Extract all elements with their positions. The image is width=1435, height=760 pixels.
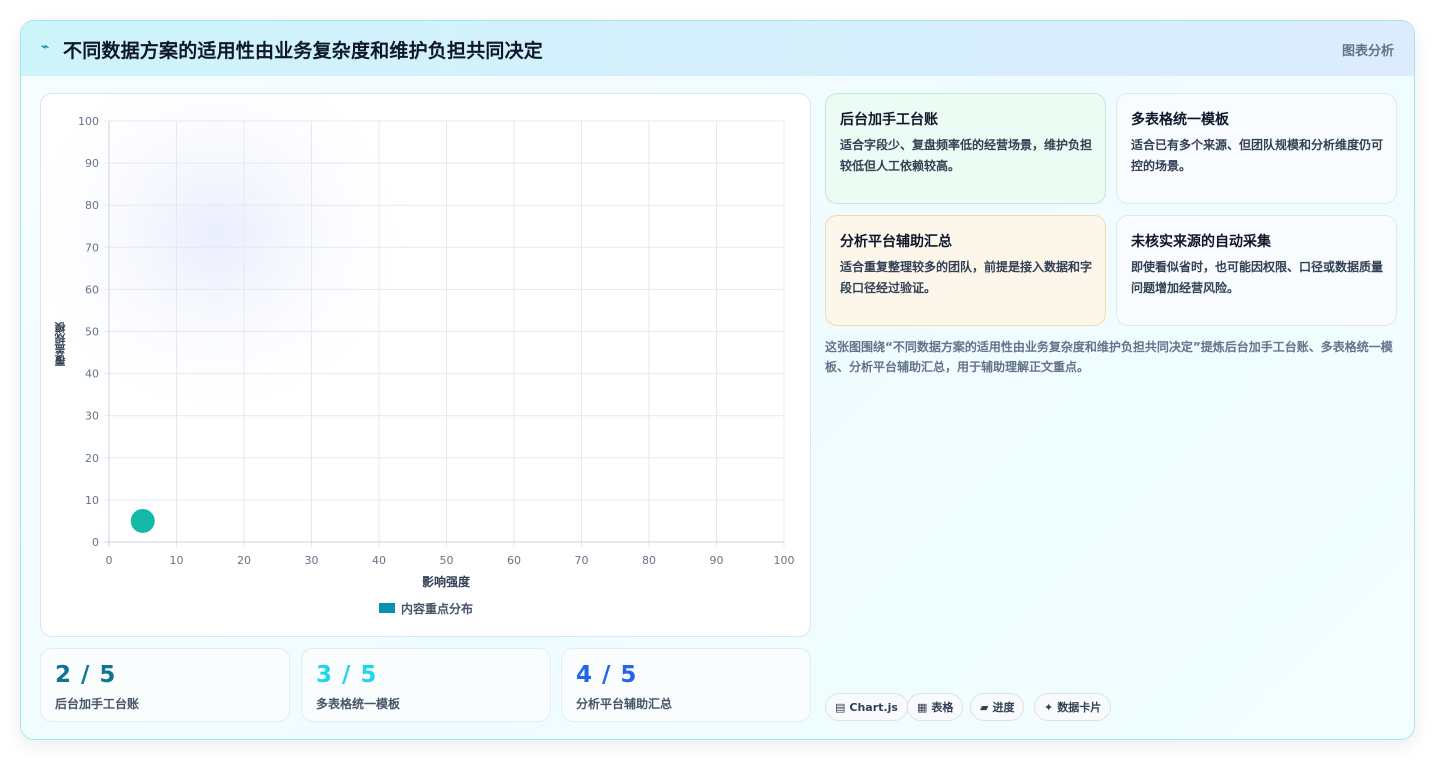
x-tick-label: 80: [642, 554, 656, 567]
info-card-title: 多表格统一模板: [1131, 112, 1229, 128]
y-tick-label: 60: [85, 283, 99, 296]
x-tick-label: 40: [372, 554, 386, 567]
chip-data-card[interactable]: ✦ 数据卡片: [1034, 693, 1112, 721]
x-tick-label: 50: [440, 554, 454, 567]
stat-value: 4 / 5: [576, 662, 638, 688]
y-tick-label: 100: [78, 115, 99, 128]
y-tick-label: 20: [85, 452, 99, 465]
x-tick-label: 70: [575, 554, 589, 567]
bolt-icon: ⌁: [41, 39, 50, 55]
header-bar: ⌁ 不同数据方案的适用性由业务复杂度和维护负担共同决定 图表分析: [21, 21, 1414, 76]
chip-label: 表格: [931, 701, 954, 714]
header-tag: 图表分析: [1341, 44, 1394, 59]
chart-summary: 这张图围绕“不同数据方案的适用性由业务复杂度和维护负担共同决定”提炼后台加手工台…: [825, 340, 1393, 374]
chip-chartjs[interactable]: ▤ Chart.js: [825, 693, 908, 721]
chip-label: Chart.js: [849, 700, 898, 714]
y-tick-label: 90: [85, 157, 99, 170]
x-tick-label: 60: [507, 554, 521, 567]
chip-label: 数据卡片: [1057, 701, 1102, 714]
y-tick-label: 50: [85, 326, 99, 339]
table-icon: ▦: [917, 700, 928, 714]
stat-card-1: 2 / 5 后台加手工台账: [40, 648, 290, 722]
chip-label: 进度: [992, 701, 1015, 714]
info-card-title: 后台加手工台账: [840, 112, 938, 128]
chip-progress[interactable]: ▰ 进度: [970, 693, 1025, 721]
x-axis-title: 影响强度: [421, 575, 470, 589]
y-tick-label: 10: [85, 494, 99, 507]
stat-label: 分析平台辅助汇总: [576, 697, 673, 711]
info-card-analytics-platform: 分析平台辅助汇总 适合重复整理较多的团队，前提是接入数据和字段口径经过验证。: [825, 215, 1106, 326]
x-tick-label: 90: [710, 554, 724, 567]
chart-panel: 0 10 20 30 40 50 60 70 80 90 100 0 10 20 30 40 50 60 70 80 9…: [40, 93, 811, 637]
data-point: [130, 508, 155, 533]
y-tick-label: 40: [85, 368, 99, 381]
info-card-desc: 适合字段少、复盘频率低的经营场景，维护负担较低但人工依赖较高。: [840, 138, 1093, 173]
info-card-desc: 即使看似省时，也可能因权限、口径或数据质量问题增加经营风险。: [1131, 260, 1384, 295]
x-tick-label: 30: [305, 554, 319, 567]
info-card-unified-template: 多表格统一模板 适合已有多个来源、但团队规模和分析维度仍可控的场景。: [1116, 93, 1397, 204]
stat-label: 多表格统一模板: [316, 697, 401, 711]
stat-value: 2 / 5: [55, 662, 117, 688]
chart-glow: [41, 94, 426, 434]
chip-table[interactable]: ▦ 表格: [907, 693, 964, 721]
x-tick-label: 20: [237, 554, 251, 567]
info-card-desc: 适合已有多个来源、但团队规模和分析维度仍可控的场景。: [1131, 138, 1384, 173]
stat-value: 3 / 5: [316, 662, 378, 688]
bubble-chart: 0 10 20 30 40 50 60 70 80 90 100 0 10 20 30 40 50 60 70 80 9…: [41, 94, 795, 567]
chart-legend[interactable]: 内容重点分布: [379, 600, 473, 616]
y-tick-label: 30: [85, 410, 99, 423]
sparkle-icon: ✦: [1044, 700, 1054, 714]
x-tick-label: 0: [106, 554, 113, 567]
stat-card-2: 3 / 5 多表格统一模板: [301, 648, 551, 722]
progress-icon: ▰: [980, 700, 989, 714]
page-title: 不同数据方案的适用性由业务复杂度和维护负担共同决定: [63, 40, 544, 62]
stat-label: 后台加手工台账: [55, 697, 140, 711]
info-card-auto-collection: 未核实来源的自动采集 即使看似省时，也可能因权限、口径或数据质量问题增加经营风险…: [1116, 215, 1397, 326]
info-card-title: 未核实来源的自动采集: [1131, 234, 1271, 250]
x-tick-label: 100: [774, 554, 795, 567]
y-tick-label: 70: [85, 241, 99, 254]
x-tick-label: 10: [170, 554, 184, 567]
y-tick-label: 80: [85, 199, 99, 212]
info-card-manual-ledger: 后台加手工台账 适合字段少、复盘频率低的经营场景，维护负担较低但人工依赖较高。: [825, 93, 1106, 204]
y-axis-title: 覆盖规模: [54, 322, 67, 366]
stat-card-3: 4 / 5 分析平台辅助汇总: [561, 648, 811, 722]
legend-swatch: [379, 603, 395, 613]
main-card: ⌁ 不同数据方案的适用性由业务复杂度和维护负担共同决定 图表分析 0 10 20 30…: [20, 20, 1415, 740]
chart-icon: ▤: [835, 700, 846, 714]
legend-label: 内容重点分布: [401, 601, 474, 616]
info-card-desc: 适合重复整理较多的团队，前提是接入数据和字段口径经过验证。: [840, 260, 1093, 295]
y-tick-label: 0: [92, 536, 99, 549]
info-card-title: 分析平台辅助汇总: [840, 234, 952, 250]
